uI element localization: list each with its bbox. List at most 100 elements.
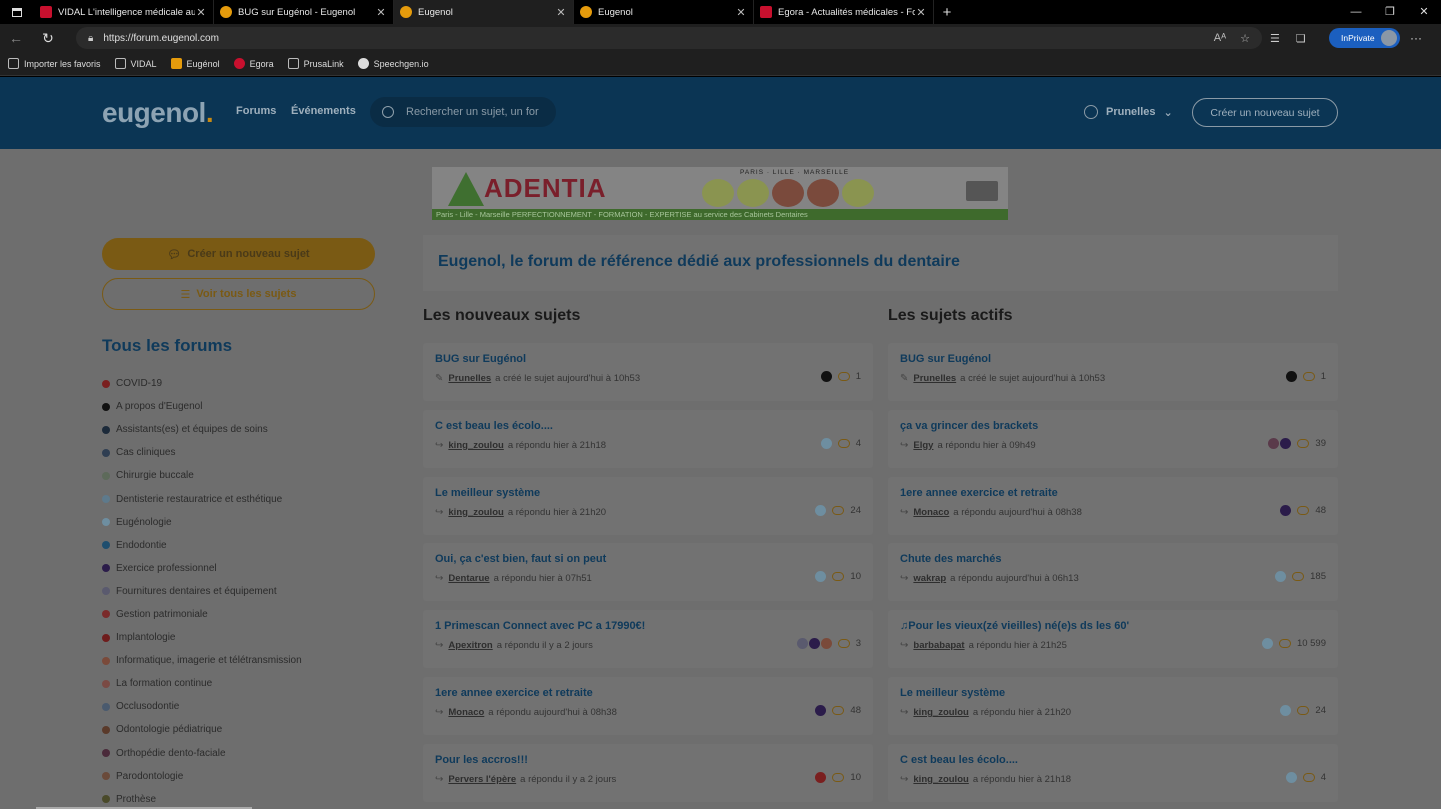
lock-icon[interactable]: 🔒︎ [88, 33, 93, 44]
forum-item[interactable]: COVID-19 [102, 372, 302, 395]
forum-item[interactable]: Eugénologie [102, 511, 302, 534]
forum-item[interactable]: Exercice professionnel [102, 557, 302, 580]
topic-user[interactable]: Pervers l'épère [448, 774, 516, 785]
minimize-icon[interactable]: — [1339, 0, 1373, 24]
back-icon[interactable]: ← [0, 30, 32, 46]
topic-user[interactable]: Monaco [448, 707, 484, 718]
address-bar[interactable]: 🔒︎ https://forum.eugenol.com Aᴬ ☆ [76, 27, 1262, 49]
topic-card[interactable]: C est beau les écolo.... ↪ king_zoulou a ré… [423, 409, 873, 468]
tab-actions-icon[interactable] [0, 0, 34, 24]
browser-tab[interactable]: BUG sur Eugénol - Eugenol ✕ [214, 0, 394, 24]
url-text[interactable]: https://forum.eugenol.com [103, 33, 219, 44]
topic-user[interactable]: Apexitron [448, 640, 492, 651]
topic-title[interactable]: 1 Primescan Connect avec PC a 17990€! [435, 620, 645, 632]
topic-card[interactable]: 1ere annee exercice et retraite ↪ Monaco a … [423, 677, 873, 735]
topic-title[interactable]: C est beau les écolo.... [900, 754, 1018, 766]
topic-card[interactable]: Oui, ça c'est bien, faut si on peut ↪ Dent… [423, 543, 873, 602]
topic-user[interactable]: Elgy [913, 440, 933, 451]
topic-title[interactable]: ♫Pour les vieux(zé vieilles) né(e)s ds l… [900, 620, 1129, 632]
topic-user[interactable]: king_zoulou [913, 774, 968, 785]
topic-title[interactable]: ça va grincer des brackets [900, 420, 1038, 432]
favorites-icon[interactable]: ☰ [1270, 32, 1280, 45]
bookmark-item[interactable]: Egora [233, 58, 274, 69]
topic-title[interactable]: 1ere annee exercice et retraite [900, 487, 1058, 499]
forum-item[interactable]: Odontologie pédiatrique [102, 718, 302, 741]
create-topic-button[interactable]: 💬︎ Créer un nouveau sujet [102, 238, 375, 270]
forum-item[interactable]: Endodontie [102, 534, 302, 557]
forum-item[interactable]: Occlusodontie [102, 695, 302, 718]
topic-title[interactable]: Chute des marchés [900, 553, 1001, 565]
more-menu-icon[interactable]: ··· [1410, 24, 1422, 52]
forum-item[interactable]: Parodontologie [102, 765, 302, 788]
bookmark-item[interactable]: Eugénol [170, 58, 220, 69]
topic-card[interactable]: 1 Primescan Connect avec PC a 17990€! ↪ Ap… [423, 610, 873, 669]
close-tab-icon[interactable]: ✕ [375, 6, 387, 19]
topic-user[interactable]: Dentarue [448, 573, 489, 584]
close-window-icon[interactable]: ✕ [1407, 0, 1441, 24]
topic-card[interactable]: ça va grincer des brackets ↪ Elgy a répondu… [888, 409, 1338, 468]
topic-card[interactable]: BUG sur Eugénol ✎ Prunelles a créé le sujet… [423, 343, 873, 401]
browser-tab[interactable]: Egora - Actualités médicales - Fo ✕ [754, 0, 934, 24]
topic-user[interactable]: king_zoulou [448, 440, 503, 451]
topic-card[interactable]: 1ere annee exercice et retraite ↪ Monaco a … [888, 476, 1338, 535]
topic-title[interactable]: BUG sur Eugénol [435, 353, 526, 365]
topic-card[interactable]: C est beau les écolo.... ↪ king_zoulou a ré… [888, 743, 1338, 802]
topic-user[interactable]: king_zoulou [913, 707, 968, 718]
topic-user[interactable]: wakrap [913, 573, 946, 584]
forum-item[interactable]: Implantologie [102, 626, 302, 649]
forum-item[interactable]: Chirurgie buccale [102, 464, 302, 487]
forum-item[interactable]: Dentisterie restauratrice et esthétique [102, 487, 302, 510]
bookmark-item[interactable]: Importer les favoris [8, 58, 101, 69]
user-menu[interactable]: Prunelles ⌄ [1084, 105, 1173, 119]
header-create-topic-button[interactable]: Créer un nouveau sujet [1192, 98, 1338, 127]
site-logo[interactable]: eugenol. [102, 97, 214, 129]
browser-tab[interactable]: Eugenol ✕ [394, 0, 574, 24]
view-all-topics-button[interactable]: ☰ Voir tous les sujets [102, 278, 375, 310]
topic-card[interactable]: Pour les accros!!! ↪ Pervers l'épère a répo… [423, 743, 873, 802]
reload-icon[interactable]: ↻ [32, 30, 64, 47]
topic-card[interactable]: Chute des marchés ↪ wakrap a répondu aujour… [888, 543, 1338, 602]
topic-title[interactable]: Pour les accros!!! [435, 754, 528, 766]
topic-title[interactable]: BUG sur Eugénol [900, 353, 991, 365]
close-tab-icon[interactable]: ✕ [735, 6, 747, 19]
nav-forums[interactable]: Forums [236, 105, 276, 117]
topic-card[interactable]: ♫Pour les vieux(zé vieilles) né(e)s ds l… [888, 610, 1338, 669]
search-input[interactable]: Rechercher un sujet, un for [370, 97, 556, 127]
ad-banner[interactable]: ADENTIA PARIS · LILLE · MARSEILLE Paris … [432, 167, 1008, 220]
forum-item[interactable]: Prothèse [102, 788, 302, 809]
topic-user[interactable]: barbabapat [913, 640, 964, 651]
inprivate-badge[interactable]: InPrivate [1329, 28, 1400, 48]
collections-icon[interactable]: ❏ [1296, 32, 1306, 45]
topic-user[interactable]: Prunelles [913, 373, 956, 384]
topic-title[interactable]: C est beau les écolo.... [435, 420, 553, 432]
browser-tab[interactable]: VIDAL L'intelligence médicale au ✕ [34, 0, 214, 24]
nav-events[interactable]: Événements [291, 105, 356, 117]
topic-card[interactable]: Le meilleur système ↪ king_zoulou a répondu… [888, 677, 1338, 735]
topic-user[interactable]: Prunelles [448, 373, 491, 384]
new-tab-button[interactable]: + [934, 4, 960, 21]
forum-item[interactable]: Orthopédie dento-faciale [102, 742, 302, 765]
close-tab-icon[interactable]: ✕ [195, 6, 207, 19]
topic-title[interactable]: 1ere annee exercice et retraite [435, 687, 593, 699]
close-tab-icon[interactable]: ✕ [555, 6, 567, 19]
forum-item[interactable]: La formation continue [102, 672, 302, 695]
browser-tab[interactable]: Eugenol ✕ [574, 0, 754, 24]
topic-title[interactable]: Le meilleur système [435, 487, 540, 499]
forum-item[interactable]: Informatique, imagerie et télétransmissi… [102, 649, 302, 672]
maximize-icon[interactable]: ❐ [1373, 0, 1407, 24]
bookmark-item[interactable]: Speechgen.io [357, 58, 429, 69]
topic-user[interactable]: king_zoulou [448, 507, 503, 518]
topic-title[interactable]: Le meilleur système [900, 687, 1005, 699]
forum-item[interactable]: Gestion patrimoniale [102, 603, 302, 626]
forum-item[interactable]: Cas cliniques [102, 441, 302, 464]
topic-title[interactable]: Oui, ça c'est bien, faut si on peut [435, 553, 606, 565]
profile-avatar[interactable] [1381, 30, 1397, 46]
bookmark-item[interactable]: PrusaLink [287, 58, 344, 69]
close-tab-icon[interactable]: ✕ [915, 6, 927, 19]
forum-item[interactable]: Assistants(es) et équipes de soins [102, 418, 302, 441]
topic-card[interactable]: Le meilleur système ↪ king_zoulou a répondu… [423, 476, 873, 535]
read-aloud-icon[interactable]: Aᴬ [1214, 32, 1226, 44]
bookmark-item[interactable]: VIDAL [114, 58, 157, 69]
add-favorite-icon[interactable]: ☆ [1240, 32, 1250, 45]
forum-item[interactable]: A propos d'Eugenol [102, 395, 302, 418]
